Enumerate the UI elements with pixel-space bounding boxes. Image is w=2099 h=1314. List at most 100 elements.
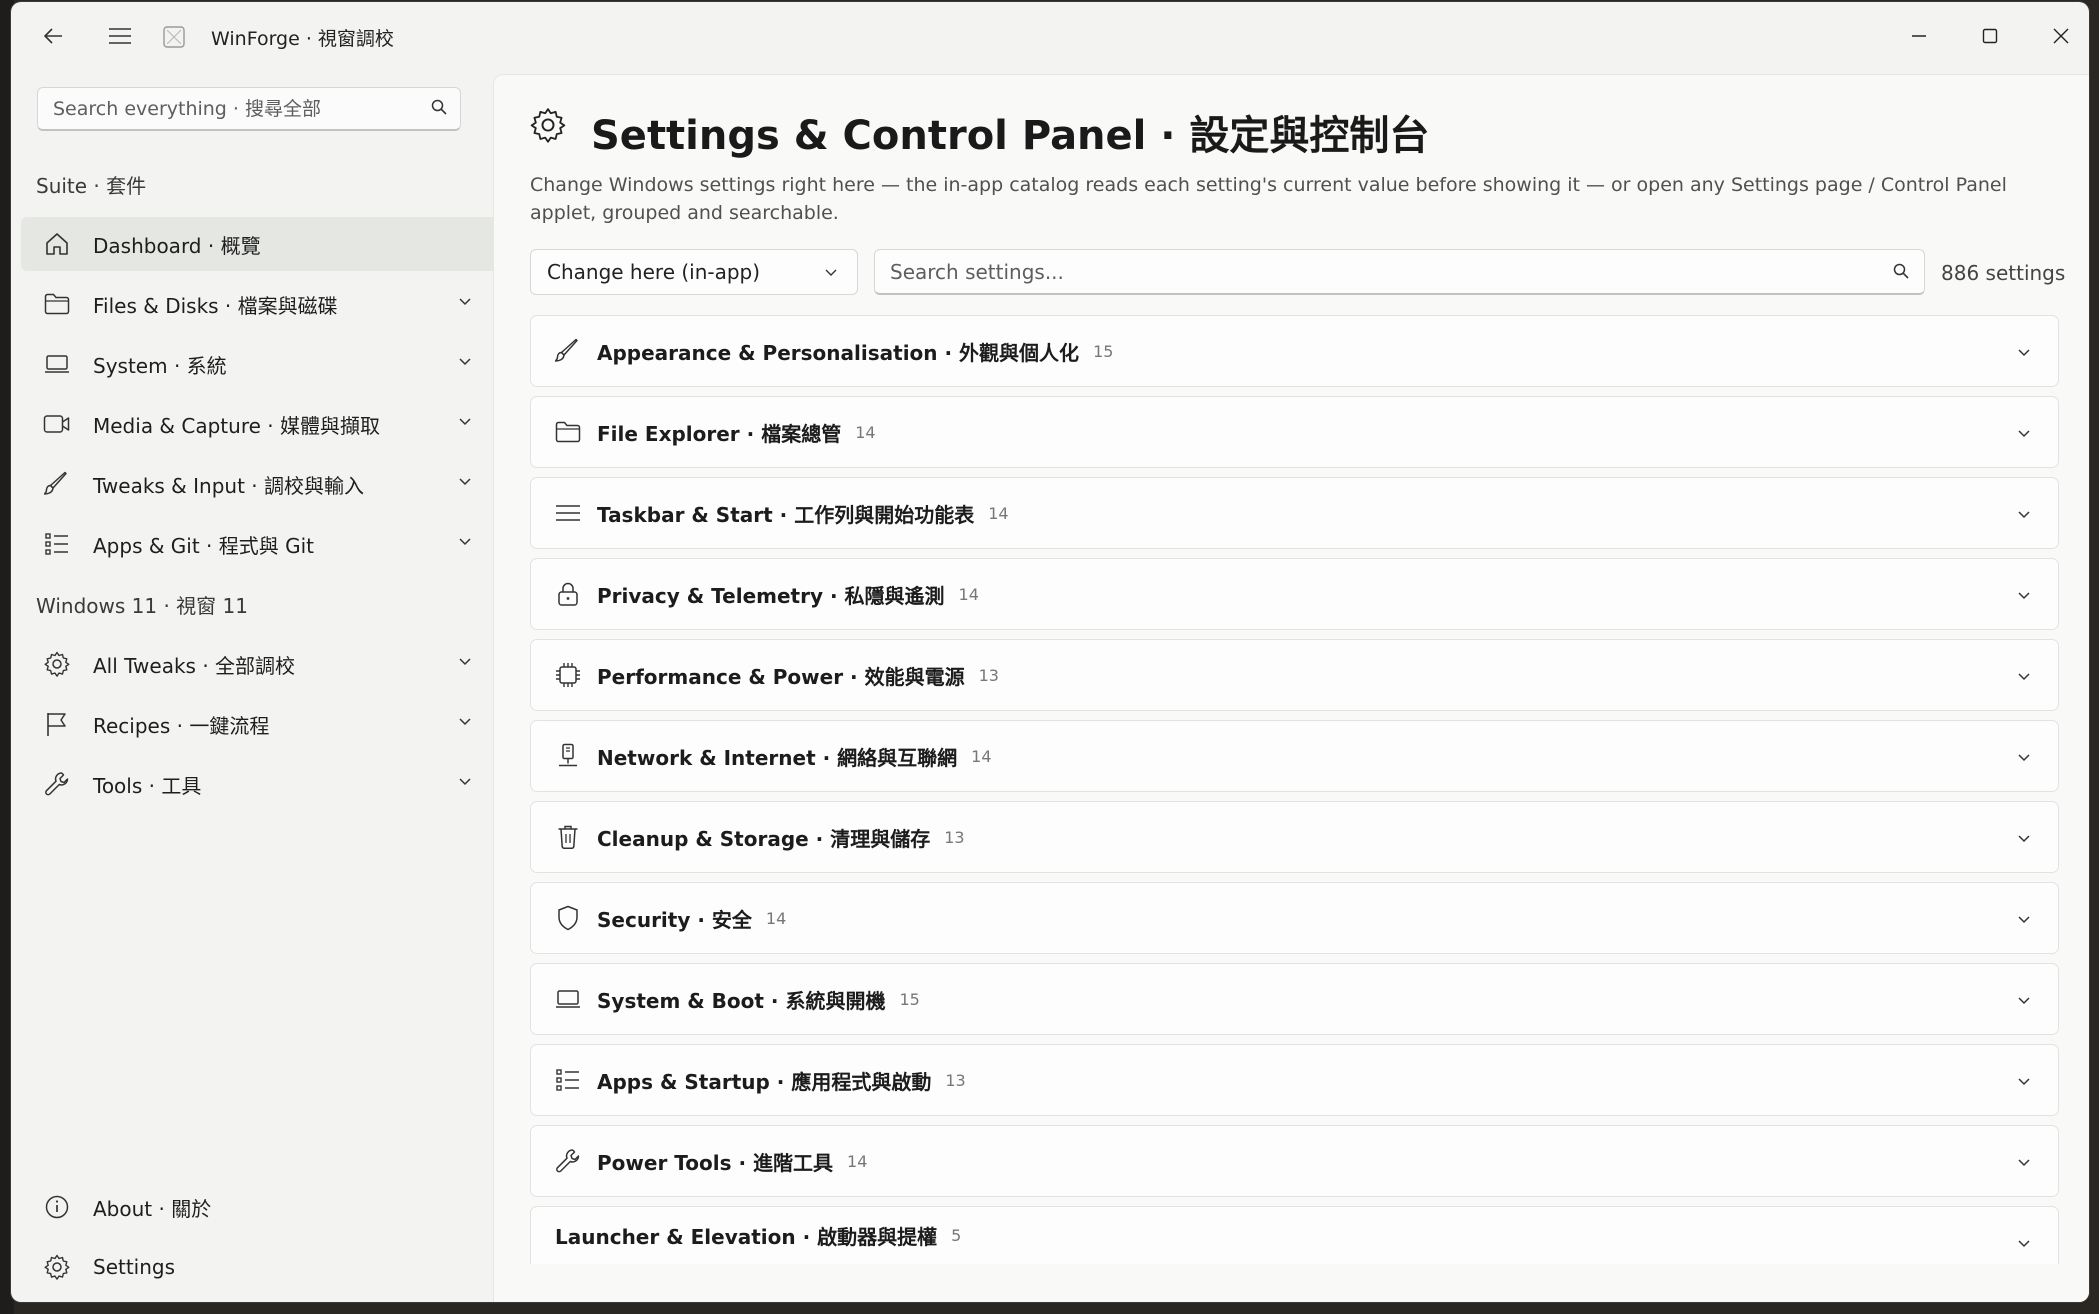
chevron-down-icon[interactable] [457,293,473,309]
home-icon [41,228,73,260]
laptop-icon [553,984,583,1014]
chevron-down-icon [2016,425,2032,441]
sidebar-item-tools[interactable]: Tools · 工具 [21,757,497,811]
chevron-down-icon[interactable] [457,353,473,369]
chevron-down-icon [2016,911,2032,927]
app-logo-icon [163,26,185,48]
category-launcher-elevation[interactable]: Launcher & Elevation · 啟動器與提權 5 [530,1206,2059,1264]
close-button[interactable] [2031,14,2089,58]
category-label: Launcher & Elevation · 啟動器與提權 [555,1225,938,1249]
category-file-explorer[interactable]: File Explorer · 檔案總管 14 [530,396,2059,468]
mode-dropdown[interactable]: Change here (in-app) [530,249,858,295]
category-label: Privacy & Telemetry · 私隱與遙測 [597,583,945,608]
global-search-input[interactable] [38,88,425,130]
settings-search-input[interactable] [875,250,1872,294]
search-icon[interactable] [430,98,448,116]
wrench-icon [553,1146,583,1176]
folder-icon [553,417,583,447]
category-network[interactable]: Network & Internet · 網絡與互聯網 14 [530,720,2059,792]
chevron-down-icon [2016,506,2032,522]
chevron-down-icon[interactable] [457,473,473,489]
sidebar-item-files-disks[interactable]: Files & Disks · 檔案與磁碟 [21,277,497,331]
category-count: 5 [951,1226,962,1245]
network-icon [553,741,583,771]
gear-icon [530,107,566,143]
sidebar-item-label: Recipes · 一鍵流程 [93,713,270,738]
sidebar-item-label: All Tweaks · 全部調校 [93,653,296,678]
list-icon [553,1065,583,1095]
chevron-down-icon[interactable] [457,653,473,669]
sidebar-item-tweaks-input[interactable]: Tweaks & Input · 調校與輸入 [21,457,497,511]
section-label-windows: Windows 11 · 視窗 11 [36,594,248,618]
category-count: 14 [971,746,992,766]
category-apps-startup[interactable]: Apps & Startup · 應用程式與啟動 13 [530,1044,2059,1116]
sidebar-item-label: Tools · 工具 [93,773,202,798]
chevron-down-icon[interactable] [457,533,473,549]
brush-icon [553,336,583,366]
category-security[interactable]: Security · 安全 14 [530,882,2059,954]
sidebar-item-all-tweaks[interactable]: All Tweaks · 全部調校 [21,637,497,691]
category-appearance[interactable]: Appearance & Personalisation · 外觀與個人化 15 [530,315,2059,387]
back-button[interactable] [33,16,73,56]
maximize-button[interactable] [1960,14,2020,58]
sidebar-item-label: Apps & Git · 程式與 Git [93,533,315,558]
page-description: Change Windows settings right here — the… [530,174,2007,224]
brush-icon [41,468,73,500]
main-content: Settings & Control Panel · 設定與控制台 Change… [493,74,2089,1302]
category-label: Taskbar & Start · 工作列與開始功能表 [597,502,975,527]
category-label: Appearance & Personalisation · 外觀與個人化 [597,340,1080,365]
chevron-down-icon[interactable] [457,713,473,729]
laptop-icon [41,348,73,380]
app-title: WinForge · 視窗調校 [211,28,394,50]
sidebar-item-label: Dashboard · 概覽 [93,233,261,258]
category-label: System & Boot · 系統與開機 [597,988,886,1013]
category-label: Performance & Power · 效能與電源 [597,664,965,689]
chevron-down-icon[interactable] [457,413,473,429]
category-count: 14 [847,1151,868,1171]
sidebar-item-about[interactable]: About · 關於 [21,1180,497,1234]
chevron-down-icon[interactable] [457,773,473,789]
category-taskbar-start[interactable]: Taskbar & Start · 工作列與開始功能表 14 [530,477,2059,549]
search-icon[interactable] [1892,262,1910,280]
gear-icon [41,1251,73,1283]
section-label-suite: Suite · 套件 [36,174,147,198]
menu-icon [553,498,583,528]
sidebar-item-recipes[interactable]: Recipes · 一鍵流程 [21,697,497,751]
category-label: Cleanup & Storage · 清理與儲存 [597,826,931,851]
category-label: Security · 安全 [597,907,752,932]
sidebar-item-system[interactable]: System · 系統 [21,337,497,391]
sidebar-item-label: Tweaks & Input · 調校與輸入 [93,473,364,498]
category-count: 15 [1093,341,1114,361]
chevron-down-icon [823,264,839,280]
category-power-tools[interactable]: Power Tools · 進階工具 14 [530,1125,2059,1197]
hamburger-menu-button[interactable] [100,16,140,56]
video-icon [41,408,73,440]
lock-icon [553,579,583,609]
chevron-down-icon [2016,344,2032,360]
settings-search-box[interactable] [874,249,1925,295]
category-count: 14 [988,503,1009,523]
folder-icon [41,288,73,320]
category-label: File Explorer · 檔案總管 [597,421,842,446]
category-count: 13 [944,827,965,847]
gear-icon [41,648,73,680]
category-system-boot[interactable]: System & Boot · 系統與開機 15 [530,963,2059,1035]
category-privacy[interactable]: Privacy & Telemetry · 私隱與遙測 14 [530,558,2059,630]
sidebar-item-dashboard[interactable]: Dashboard · 概覽 [21,217,497,271]
minimize-button[interactable] [1889,14,1949,58]
chevron-down-icon [2016,830,2032,846]
global-search-box[interactable] [37,87,461,131]
sidebar-item-label: Media & Capture · 媒體與擷取 [93,413,380,438]
sidebar: Suite · 套件 Dashboard · 概覽 Files & Disks … [11,72,497,1302]
sidebar-item-settings[interactable]: Settings [21,1240,497,1294]
info-icon [41,1191,73,1223]
category-cleanup-storage[interactable]: Cleanup & Storage · 清理與儲存 13 [530,801,2059,873]
category-count: 13 [978,665,999,685]
sidebar-item-apps-git[interactable]: Apps & Git · 程式與 Git [21,517,497,571]
back-arrow-icon [43,28,62,44]
mode-dropdown-value: Change here (in-app) [547,260,761,284]
wrench-icon [41,768,73,800]
category-performance[interactable]: Performance & Power · 效能與電源 13 [530,639,2059,711]
sidebar-item-label: About · 關於 [93,1196,212,1221]
sidebar-item-media-capture[interactable]: Media & Capture · 媒體與擷取 [21,397,497,451]
